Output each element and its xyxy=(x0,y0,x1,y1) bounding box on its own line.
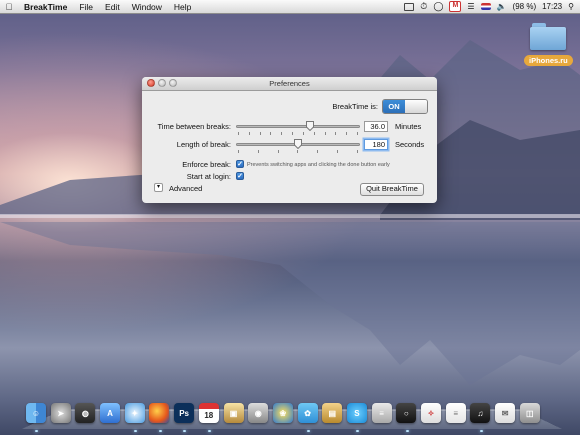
breaktime-toggle[interactable]: ON xyxy=(382,99,428,114)
window-titlebar[interactable]: Preferences xyxy=(142,77,437,91)
length-slider-thumb[interactable] xyxy=(294,139,302,149)
stack-icon[interactable]: ▤ xyxy=(322,403,343,423)
menu-app-name[interactable]: BreakTime xyxy=(18,2,73,12)
landscape-background xyxy=(0,40,580,385)
quit-button[interactable]: Quit BreakTime xyxy=(360,183,424,196)
menu-bar:  BreakTime File Edit Window Help ⏱ ◯ M … xyxy=(0,0,580,14)
preview-icon[interactable]: ▣ xyxy=(223,403,244,423)
apple-menu-icon[interactable]:  xyxy=(0,2,18,12)
spread-icon[interactable]: ✧ xyxy=(421,403,441,423)
enabled-label: BreakTime is: xyxy=(332,102,378,111)
twitter-icon[interactable]: ✿ xyxy=(297,403,318,423)
image-capture-icon[interactable]: ◉ xyxy=(248,403,269,423)
time-between-slider-thumb[interactable] xyxy=(306,121,315,131)
trash-icon[interactable]: ◫ xyxy=(519,403,540,423)
mail-draft-icon[interactable]: ✉ xyxy=(495,403,516,423)
advanced-disclosure-button[interactable]: ▾ xyxy=(154,183,163,192)
app-store-icon[interactable]: A xyxy=(100,403,121,423)
minimize-button[interactable] xyxy=(158,79,166,87)
folder-icon[interactable] xyxy=(530,22,566,50)
seconds-unit: Seconds xyxy=(395,140,425,149)
toggle-on-label: ON xyxy=(383,100,405,113)
spotlight-search-icon[interactable]: ⚲ xyxy=(568,2,574,11)
skype-icon[interactable]: S xyxy=(346,403,367,423)
time-between-field[interactable]: 36.0 xyxy=(364,121,388,132)
enforce-label: Enforce break: xyxy=(182,160,231,169)
menu-help[interactable]: Help xyxy=(168,2,197,12)
documents-icon[interactable]: ≡ xyxy=(445,403,466,423)
photoshop-icon[interactable]: Ps xyxy=(174,403,195,423)
login-label: Start at login: xyxy=(186,172,231,181)
dock-running-indicator xyxy=(158,430,162,432)
input-flag-icon[interactable] xyxy=(480,3,491,10)
firefox-icon[interactable] xyxy=(149,403,170,423)
safari-icon[interactable]: ✦ xyxy=(124,403,145,423)
wifi-icon[interactable]: ☰ xyxy=(467,2,474,11)
length-ticks xyxy=(238,150,358,153)
login-checkbox[interactable]: ✓ xyxy=(236,172,244,180)
window-title: Preferences xyxy=(269,79,310,88)
enforce-note: Prevents switching apps and clicking the… xyxy=(247,162,390,168)
length-label: Length of break: xyxy=(176,140,231,149)
dock-running-indicator xyxy=(207,430,211,432)
time-between-label: Time between breaks: xyxy=(157,122,231,131)
length-field[interactable]: 180 xyxy=(364,139,388,150)
menu-edit[interactable]: Edit xyxy=(99,2,126,12)
silverlock-icon[interactable]: ○ xyxy=(396,403,417,423)
dock-running-indicator xyxy=(479,430,483,432)
zoom-button[interactable] xyxy=(169,79,177,87)
finder-icon[interactable]: ☺ xyxy=(26,403,46,423)
close-button[interactable] xyxy=(147,79,155,87)
gmail-icon[interactable]: M xyxy=(449,1,462,12)
screen-icon[interactable] xyxy=(404,2,415,11)
dock-running-indicator xyxy=(133,430,137,432)
battery-percent[interactable]: (98 %) xyxy=(513,2,537,11)
calculator-icon[interactable]: ≡ xyxy=(371,403,392,423)
dock-running-indicator xyxy=(35,430,38,432)
calendar-icon[interactable]: 18 xyxy=(198,403,219,423)
timer-icon[interactable]: ⏱ xyxy=(420,1,427,12)
dashboard-icon[interactable]: ◍ xyxy=(75,403,96,423)
itunes-icon[interactable]: ♫ xyxy=(470,403,491,423)
menu-window[interactable]: Window xyxy=(126,2,168,12)
menubar-clock[interactable]: 17:23 xyxy=(542,2,562,11)
time-between-ticks xyxy=(238,132,358,135)
menu-file[interactable]: File xyxy=(73,2,99,12)
volume-icon[interactable]: 🔈 xyxy=(497,2,507,11)
rocket-icon[interactable]: ➤ xyxy=(50,403,71,423)
clock-status-icon[interactable]: ◯ xyxy=(433,1,443,12)
minutes-unit: Minutes xyxy=(395,122,422,131)
toggle-knob[interactable] xyxy=(405,100,427,113)
dock: ☺ ➤ ◍ A ✦ Ps 18 ▣ ◉ ❀ ✿ ▤ S ≡ ○ ✧ ≡ ♫ ✉ ◫ xyxy=(26,403,560,429)
preferences-window: Preferences BreakTime is: ON Time betwee… xyxy=(142,77,437,203)
pinwheel-icon[interactable]: ❀ xyxy=(272,403,293,423)
advanced-label[interactable]: Advanced xyxy=(169,184,202,193)
enforce-checkbox[interactable]: ✓ xyxy=(236,160,244,168)
dock-running-indicator xyxy=(306,430,310,432)
folder-label[interactable]: iPhones.ru xyxy=(524,55,573,66)
dock-running-indicator xyxy=(405,430,409,432)
time-between-slider[interactable] xyxy=(236,125,360,128)
